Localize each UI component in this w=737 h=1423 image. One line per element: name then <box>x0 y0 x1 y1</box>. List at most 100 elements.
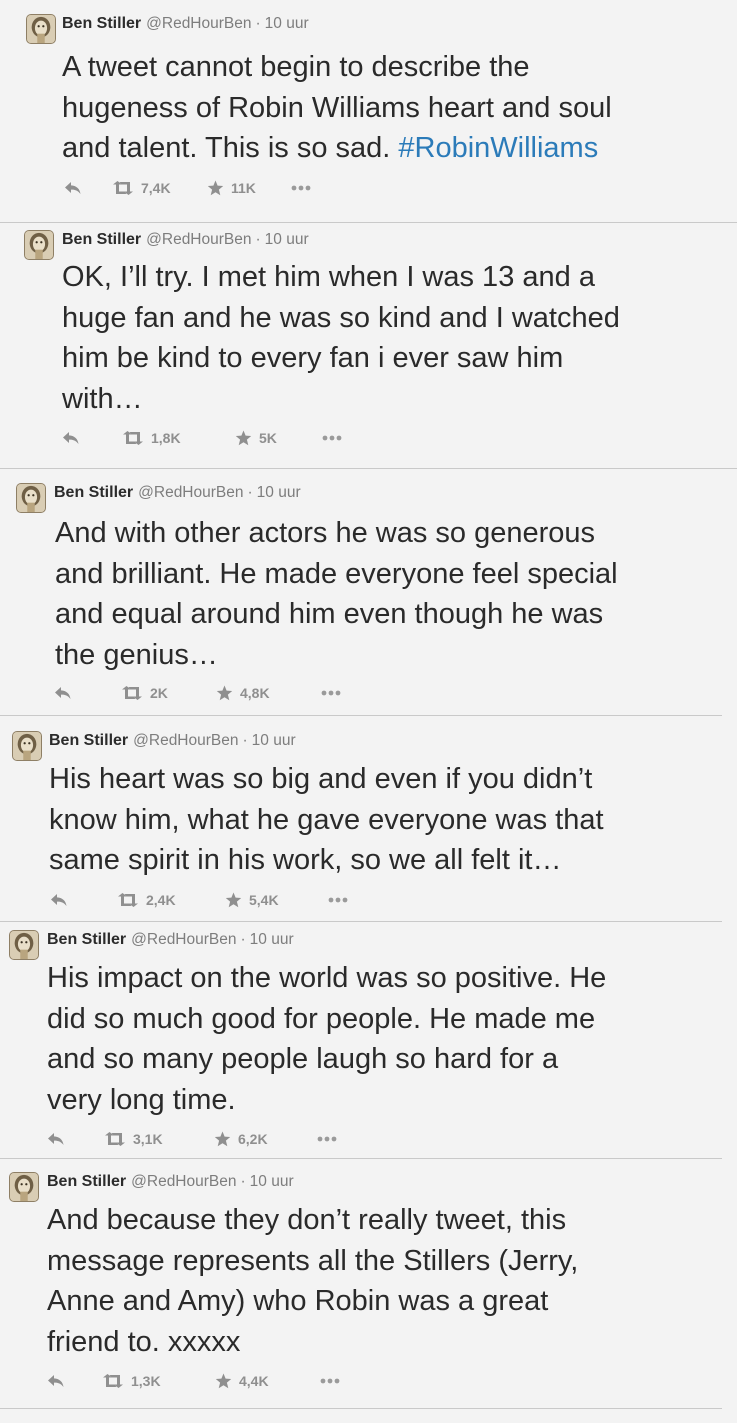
tweet-text-fragment: and talent. This is so sad. <box>62 132 399 164</box>
reply-button[interactable] <box>64 177 82 199</box>
tweet-text-line: His impact on the world was so positive.… <box>47 962 607 994</box>
reply-button[interactable] <box>50 889 68 911</box>
hashtag-link[interactable]: #RobinWilliams <box>398 132 598 164</box>
retweet-icon <box>122 431 144 445</box>
tweet-text: His impact on the world was so positive.… <box>47 958 606 1120</box>
retweet-button[interactable]: 2,4K <box>117 889 176 911</box>
star-icon <box>235 430 252 446</box>
tweet-divider <box>0 222 737 223</box>
reply-button[interactable] <box>54 682 72 704</box>
more-icon <box>291 185 311 191</box>
reply-button[interactable] <box>47 1370 65 1392</box>
tweet-text-line: and equal around him even though he was <box>55 598 604 630</box>
favorite-count: 6,2K <box>238 1131 268 1147</box>
author-handle[interactable]: @RedHourBen <box>146 15 251 33</box>
favorite-button[interactable]: 4,8K <box>216 682 270 704</box>
author-name[interactable]: Ben Stiller <box>54 484 133 502</box>
author-name[interactable]: Ben Stiller <box>49 732 128 750</box>
more-icon <box>321 690 341 696</box>
tweet-text-line: the genius… <box>55 638 218 671</box>
more-button[interactable] <box>328 889 348 911</box>
tweet-timestamp[interactable]: 10 uur <box>265 15 309 33</box>
author-name[interactable]: Ben Stiller <box>47 1173 126 1191</box>
tweet-text-line: and brilliant. He made everyone feel spe… <box>55 557 618 590</box>
author-handle[interactable]: @RedHourBen <box>131 931 236 949</box>
favorite-button[interactable]: 6,2K <box>214 1128 268 1150</box>
tweet-text-line: same spirit in his work, so we all felt … <box>49 844 562 876</box>
retweet-icon <box>104 1132 126 1146</box>
avatar[interactable] <box>26 14 56 44</box>
reply-icon <box>47 1374 65 1388</box>
author-handle[interactable]: @RedHourBen <box>146 231 251 249</box>
author-handle[interactable]: @RedHourBen <box>133 732 238 750</box>
tweet-timestamp[interactable]: 10 uur <box>252 732 296 750</box>
reply-icon <box>47 1132 65 1146</box>
star-icon <box>214 1131 231 1147</box>
author-handle[interactable]: @RedHourBen <box>138 484 243 502</box>
more-icon <box>322 435 342 441</box>
tweet-text-line: hugeness of Robin Williams heart and sou… <box>62 91 612 124</box>
separator-dot: · <box>255 231 261 248</box>
tweet-timestamp[interactable]: 10 uur <box>250 1173 294 1191</box>
tweet-timestamp[interactable]: 10 uur <box>265 231 309 249</box>
tweet-text: A tweet cannot begin to describe the huge… <box>62 47 612 169</box>
avatar[interactable] <box>24 230 54 260</box>
favorite-button[interactable]: 11K <box>207 177 256 199</box>
tweet-header: Ben Stiller @RedHourBen · 10 uur <box>47 1169 294 1195</box>
reply-icon <box>62 431 80 445</box>
tweet-text: OK, I’ll try. I met him when I was 13 an… <box>62 257 620 419</box>
tweet-text-line: with… <box>62 382 143 415</box>
more-button[interactable] <box>291 177 311 199</box>
retweet-icon <box>117 893 139 907</box>
separator-dot: · <box>242 732 248 749</box>
more-button[interactable] <box>317 1128 337 1150</box>
tweet-text-line: message represents all the Stillers (Jer… <box>47 1244 579 1277</box>
tweet-text-line: very long time. <box>47 1083 236 1116</box>
tweet-header: Ben Stiller @RedHourBen · 10 uur <box>62 11 309 37</box>
tweet-text-line: And with other actors he was so generous <box>55 517 596 549</box>
avatar[interactable] <box>16 483 46 513</box>
author-name[interactable]: Ben Stiller <box>62 231 141 249</box>
retweet-button[interactable]: 2K <box>121 682 168 704</box>
tweet-text-line: and talent. This is so sad. #RobinWillia… <box>62 128 612 169</box>
retweet-count: 2,4K <box>146 892 176 908</box>
avatar[interactable] <box>12 731 42 761</box>
avatar[interactable] <box>9 930 39 960</box>
retweet-button[interactable]: 7,4K <box>112 177 171 199</box>
author-name[interactable]: Ben Stiller <box>47 931 126 949</box>
favorite-button[interactable]: 4,4K <box>215 1370 269 1392</box>
more-icon <box>320 1378 340 1384</box>
tweet-timestamp[interactable]: 10 uur <box>250 931 294 949</box>
reply-button[interactable] <box>47 1128 65 1150</box>
star-icon <box>215 1373 232 1389</box>
more-button[interactable] <box>321 682 341 704</box>
favorite-count: 4,8K <box>240 685 270 701</box>
more-button[interactable] <box>322 427 342 449</box>
tweet-text-line: A tweet cannot begin to describe the <box>62 51 530 83</box>
retweet-button[interactable]: 1,3K <box>102 1370 161 1392</box>
favorite-count: 5K <box>259 430 277 446</box>
tweet-text-line: And because they don’t really tweet, thi… <box>47 1204 567 1236</box>
tweet-text: And because they don’t really tweet, thi… <box>47 1200 578 1362</box>
tweet-header: Ben Stiller @RedHourBen · 10 uur <box>54 480 301 506</box>
favorite-button[interactable]: 5K <box>235 427 277 449</box>
retweet-button[interactable]: 3,1K <box>104 1128 163 1150</box>
tweet-header: Ben Stiller @RedHourBen · 10 uur <box>49 728 296 754</box>
star-icon <box>225 892 242 908</box>
tweet-text-line: OK, I’ll try. I met him when I was 13 an… <box>62 261 595 293</box>
favorite-count: 5,4K <box>249 892 279 908</box>
retweet-button[interactable]: 1,8K <box>122 427 181 449</box>
tweet-timestamp[interactable]: 10 uur <box>257 484 301 502</box>
author-name[interactable]: Ben Stiller <box>62 15 141 33</box>
tweet-divider <box>0 715 722 716</box>
reply-button[interactable] <box>62 427 80 449</box>
favorite-count: 4,4K <box>239 1373 269 1389</box>
avatar[interactable] <box>9 1172 39 1202</box>
author-handle[interactable]: @RedHourBen <box>131 1173 236 1191</box>
reply-icon <box>50 893 68 907</box>
more-button[interactable] <box>320 1370 340 1392</box>
favorite-button[interactable]: 5,4K <box>225 889 279 911</box>
retweet-icon <box>102 1374 124 1388</box>
tweet-text: His heart was so big and even if you did… <box>49 759 604 881</box>
tweet-text-line: friend to. xxxxx <box>47 1325 241 1358</box>
